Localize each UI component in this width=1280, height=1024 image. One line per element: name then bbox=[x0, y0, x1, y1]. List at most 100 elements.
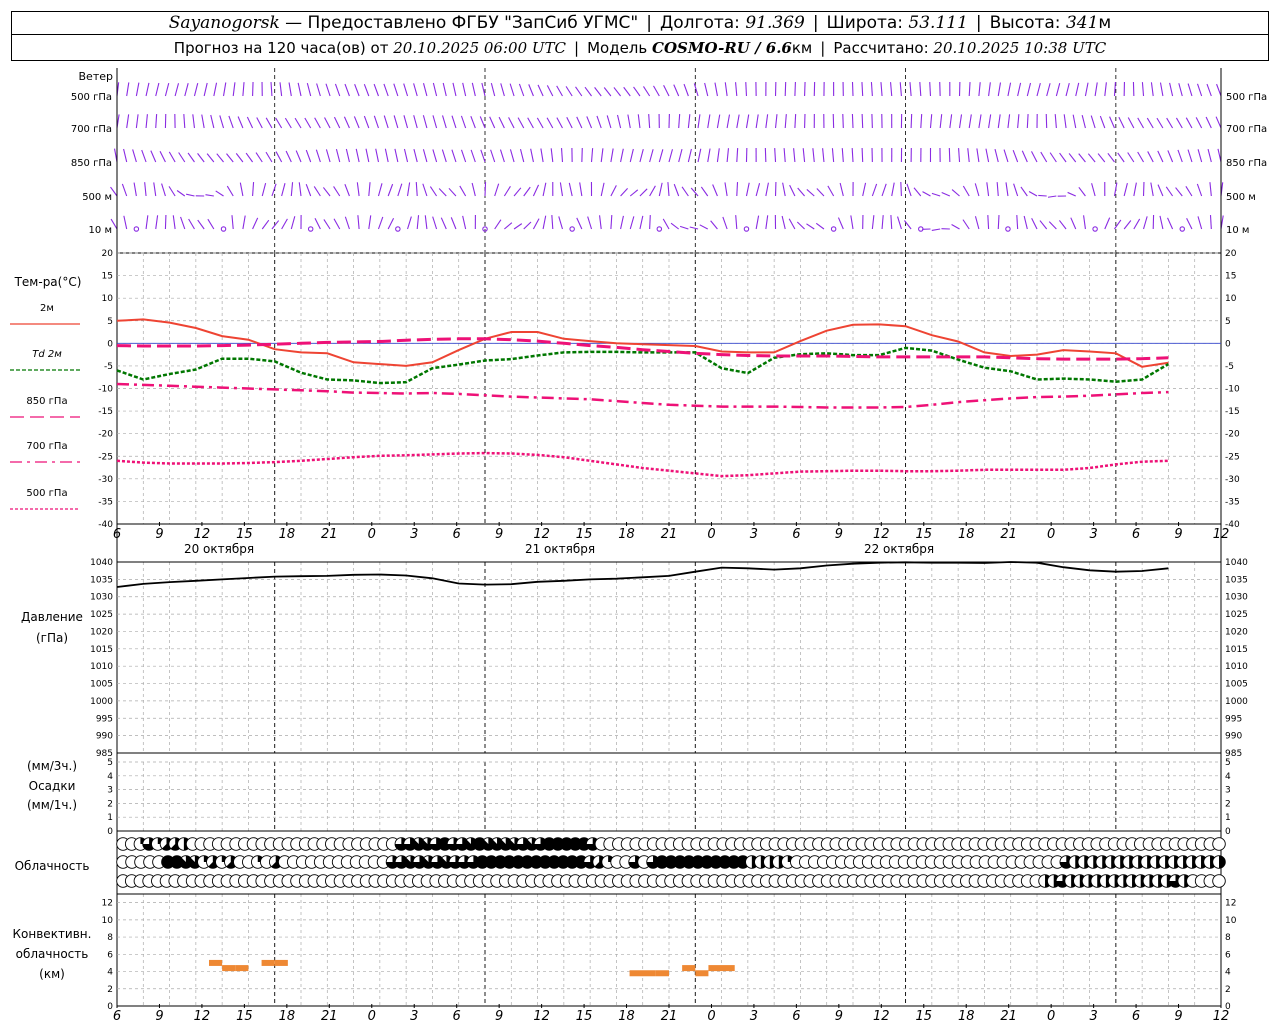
wind-barb bbox=[890, 215, 893, 230]
convective-cloud-bar bbox=[695, 970, 709, 977]
wind-barb bbox=[422, 183, 428, 197]
wind-barb bbox=[679, 225, 689, 230]
wind-barb bbox=[565, 86, 573, 97]
wind-barb bbox=[662, 218, 670, 230]
wind-barb bbox=[155, 114, 158, 129]
wind-barb bbox=[422, 115, 428, 129]
wind-barb bbox=[406, 182, 411, 197]
wind-barb bbox=[639, 149, 644, 163]
calm-wind-circle bbox=[220, 226, 227, 232]
wind-barb bbox=[978, 114, 982, 129]
wind-barb bbox=[603, 87, 612, 97]
wind-barb bbox=[1081, 114, 1086, 129]
wind-barb bbox=[1099, 115, 1106, 129]
wind-barb bbox=[416, 215, 420, 230]
wind-barb bbox=[1109, 116, 1115, 129]
wind-barb bbox=[782, 182, 786, 197]
precip-ytick-right: 1 bbox=[1225, 813, 1231, 823]
wind-barb bbox=[123, 215, 128, 230]
temp-ytick-left: -5 bbox=[104, 362, 113, 372]
wind-barb bbox=[1068, 153, 1077, 163]
wind-barb bbox=[793, 148, 796, 163]
wind-barb bbox=[929, 114, 933, 129]
wind-barb bbox=[949, 114, 953, 129]
wind-barb bbox=[494, 219, 502, 230]
wind-barb bbox=[261, 219, 270, 230]
wind-barb bbox=[988, 82, 991, 97]
pres-ytick-left: 1010 bbox=[90, 662, 113, 672]
wind-barb bbox=[1072, 114, 1077, 129]
wind-barb bbox=[275, 151, 283, 163]
wind-barb bbox=[532, 184, 540, 197]
wind-barb bbox=[974, 216, 980, 230]
wind-barb bbox=[968, 82, 971, 97]
wind-barb bbox=[724, 82, 728, 97]
wind-barb bbox=[219, 115, 225, 129]
wind-barb bbox=[765, 114, 769, 129]
wind-barb bbox=[159, 151, 166, 163]
wind-barb bbox=[155, 215, 159, 230]
wind-barb bbox=[126, 114, 130, 129]
wind-barb bbox=[1123, 220, 1132, 230]
wind-barb bbox=[1091, 183, 1096, 197]
wind-barb bbox=[121, 183, 128, 197]
wind-barb bbox=[186, 193, 195, 197]
wind-barb bbox=[1142, 216, 1148, 230]
calm-wind-circle bbox=[395, 226, 401, 232]
wind-barb bbox=[816, 188, 825, 197]
wind-barb bbox=[683, 83, 689, 97]
wind-barb bbox=[542, 182, 547, 197]
wind-barb bbox=[1127, 117, 1135, 129]
hour-axis-bottom-label: 15 bbox=[576, 1009, 593, 1024]
wind-barb bbox=[910, 114, 913, 129]
conv-axis-title-2: облачность bbox=[16, 947, 89, 961]
wind-barb bbox=[812, 148, 815, 163]
precip-ytick-right: 2 bbox=[1225, 799, 1231, 809]
wind-barb bbox=[413, 115, 418, 129]
wind-barb bbox=[681, 186, 689, 197]
precip-ytick-right: 4 bbox=[1225, 772, 1231, 782]
wind-barb bbox=[568, 182, 573, 197]
wind-barb bbox=[297, 82, 302, 97]
wind-barb bbox=[755, 215, 760, 230]
wind-barb bbox=[343, 116, 350, 129]
day-label: 22 октября bbox=[864, 542, 934, 556]
wind-barb bbox=[987, 215, 990, 230]
wind-barb bbox=[242, 82, 245, 97]
wind-barb bbox=[523, 221, 532, 230]
wind-barb bbox=[788, 218, 796, 230]
hour-axis-bottom-label: 6 bbox=[792, 1009, 800, 1024]
wind-barb bbox=[1038, 194, 1047, 197]
wind-level-label-left: 500 гПа bbox=[71, 92, 112, 103]
wind-barb bbox=[556, 117, 563, 129]
precip-ytick-right: 3 bbox=[1225, 786, 1231, 796]
temp-ytick-left: -35 bbox=[98, 497, 113, 507]
day-label: 21 октября bbox=[525, 542, 595, 556]
wind-barb bbox=[997, 114, 1001, 129]
wind-barb bbox=[871, 183, 878, 197]
wind-barb bbox=[500, 83, 505, 97]
wind-barb bbox=[997, 82, 1002, 97]
temp-ytick-right: -5 bbox=[1225, 362, 1234, 372]
wind-barb bbox=[1012, 149, 1019, 163]
conv-axis-unit: (км) bbox=[39, 967, 65, 981]
wind-barb bbox=[394, 148, 399, 163]
wind-barb bbox=[135, 114, 139, 129]
wind-barb bbox=[560, 148, 564, 163]
wind-barb bbox=[415, 182, 418, 197]
wind-barb bbox=[1104, 82, 1107, 97]
wind-barb bbox=[168, 186, 176, 197]
wind-barb bbox=[489, 116, 496, 129]
wind-barb bbox=[1206, 83, 1212, 97]
wind-barb bbox=[1017, 82, 1022, 97]
wind-barb bbox=[315, 149, 321, 163]
wind-barb bbox=[281, 218, 288, 230]
wind-barb bbox=[693, 83, 699, 97]
precip-axis-title: Осадки bbox=[29, 779, 76, 793]
wind-barb bbox=[700, 186, 709, 197]
wind-barb bbox=[724, 182, 728, 197]
hour-axis-bottom-label: 9 bbox=[835, 1009, 843, 1024]
wind-barb bbox=[228, 115, 234, 129]
hour-axis-top-label: 12 bbox=[873, 527, 890, 542]
wind-barb bbox=[1167, 150, 1174, 163]
